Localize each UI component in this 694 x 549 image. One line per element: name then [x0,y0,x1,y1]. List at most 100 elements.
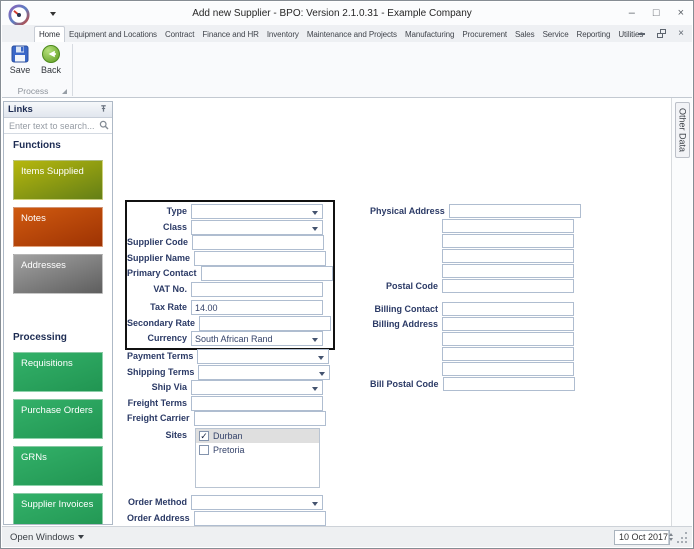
form-row-supplier-code: Supplier Code [127,235,327,250]
sidebar-button-grns[interactable]: GRNs [13,446,103,486]
sidebar-button-items-supplied[interactable]: Items Supplied [13,160,103,200]
tax-rate-input[interactable]: 14.00 [191,300,323,315]
order-method-dropdown[interactable] [191,495,323,510]
billing-contact-input[interactable] [442,302,574,316]
close-button[interactable]: × [678,8,684,19]
group-label: Process [17,86,49,96]
field-label: Freight Terms [127,397,187,408]
tab-home[interactable]: Home [34,26,65,42]
physical-address-line-4-input[interactable] [442,249,574,263]
open-windows-label: Open Windows [10,531,75,543]
supplier-detail-fields: Type Class Supplier Code Supplier Name Prima… [127,204,333,347]
section-heading-processing: Processing [13,332,67,343]
form-row-line [370,264,578,278]
bill-postal-code-input[interactable] [442,377,575,391]
form-row-order-address: Order Address [127,511,327,526]
save-label: Save [9,65,31,75]
freight-carrier-input[interactable] [193,411,326,426]
field-label: Payment Terms [127,351,194,361]
primary-contact-input[interactable] [200,266,333,281]
physical-address-line-3-input[interactable] [442,234,574,248]
shipping-terms-dropdown[interactable] [198,364,331,380]
tab-equipment-and-locations[interactable]: Equipment and Locations [65,28,161,42]
physical-address-line-5-input[interactable] [442,264,574,278]
search-input[interactable] [7,119,99,132]
secondary-rate-input[interactable] [199,315,332,331]
class-dropdown[interactable] [191,219,323,235]
field-value: South African Rand [195,333,273,344]
titlebar: Add new Supplier - BPO: Version 2.1.0.31… [2,2,692,26]
form-row-billing-contact: Billing Contact [370,302,578,316]
sidebar-button-notes[interactable]: Notes [13,207,103,247]
ribbon-minimize-icon[interactable] [638,32,646,35]
search-icon[interactable] [99,117,109,135]
back-button[interactable]: Back [36,44,66,84]
field-label: Supplier Name [127,252,191,263]
minimize-button[interactable]: – [629,8,635,19]
tab-procurement[interactable]: Procurement [458,28,511,42]
dialog-launcher-icon[interactable] [62,88,67,94]
field-label: Ship Via [151,382,187,392]
sidebar-button-addresses[interactable]: Addresses [13,254,103,294]
currency-dropdown[interactable]: South African Rand [191,331,323,346]
physical-address-fields: Physical Address Postal Code [370,204,581,294]
tab-reporting[interactable]: Reporting [573,28,615,42]
ribbon-group-process: Process [4,85,70,97]
field-value: 14.00 [195,302,218,313]
order-address-input[interactable] [193,511,326,526]
right-dock: Other Data [671,98,692,526]
billing-address-line-3-input[interactable] [442,347,574,361]
billing-address-line-4-input[interactable] [442,362,574,376]
ribbon-close-icon[interactable]: × [678,28,684,39]
billing-address-line-1-input[interactable] [442,317,574,331]
billing-address-line-2-input[interactable] [442,332,574,346]
postal-code-input[interactable] [442,279,574,293]
form-row-vat-no: VAT No. [127,281,327,297]
open-windows-button[interactable]: Open Windows [6,532,88,543]
tab-service[interactable]: Service [539,28,573,42]
field-label: Bill Postal Code [370,379,439,389]
ribbon-restore-icon[interactable] [657,29,667,38]
sites-listbox[interactable]: ✓ Durban Pretoria [195,428,320,488]
type-dropdown[interactable] [191,204,323,219]
physical-address-line-2-input[interactable] [442,219,574,233]
physical-address-line-1-input[interactable] [448,204,581,218]
tab-contract[interactable]: Contract [161,28,198,42]
field-label: Class [162,221,187,232]
sites-row: Sites ✓ Durban Pretoria [127,428,327,488]
date-spinner[interactable] [668,530,674,544]
freight-terms-input[interactable] [191,395,323,411]
sidebar-button-requisitions[interactable]: Requisitions [13,352,103,392]
payment-terms-dropdown[interactable] [197,349,330,364]
window-title: Add new Supplier - BPO: Version 2.1.0.31… [192,8,472,19]
links-panel: Links FunctionsItem [3,101,113,525]
maximize-button[interactable]: □ [653,8,660,19]
tab-finance-and-hr[interactable]: Finance and HR [198,28,262,42]
field-label: VAT No. [153,283,187,294]
form-row-bill-postal-code: Bill Postal Code [370,377,578,391]
supplier-code-input[interactable] [192,235,325,250]
vat-no-input[interactable] [191,281,323,297]
form-row-type: Type [127,204,327,219]
save-button[interactable]: Save [5,44,35,84]
checkbox-checked-icon[interactable]: ✓ [199,431,209,441]
tab-inventory[interactable]: Inventory [263,28,303,42]
field-label: Tax Rate [150,302,187,312]
tab-manufacturing[interactable]: Manufacturing [401,28,458,42]
supplier-name-input[interactable] [194,250,327,266]
resize-grip[interactable] [676,530,688,544]
tab-other-data[interactable]: Other Data [674,102,690,159]
site-option-pretoria[interactable]: Pretoria [196,443,319,457]
pin-icon[interactable] [99,104,108,116]
back-label: Back [40,65,61,75]
sidebar-button-supplier-invoices[interactable]: Supplier Invoices [13,493,103,524]
tab-sales[interactable]: Sales [511,28,539,42]
ship-via-dropdown[interactable] [191,380,323,395]
site-option-durban[interactable]: ✓ Durban [196,429,319,443]
sidebar-button-purchase-orders[interactable]: Purchase Orders [13,399,103,439]
checkbox-unchecked-icon[interactable] [199,445,209,455]
date-control[interactable]: 10 Oct 2017 [614,529,674,545]
quick-access-dropdown-icon[interactable] [50,12,56,19]
tab-maintenance-and-projects[interactable]: Maintenance and Projects [303,28,401,42]
field-label: Order Method [127,497,187,507]
